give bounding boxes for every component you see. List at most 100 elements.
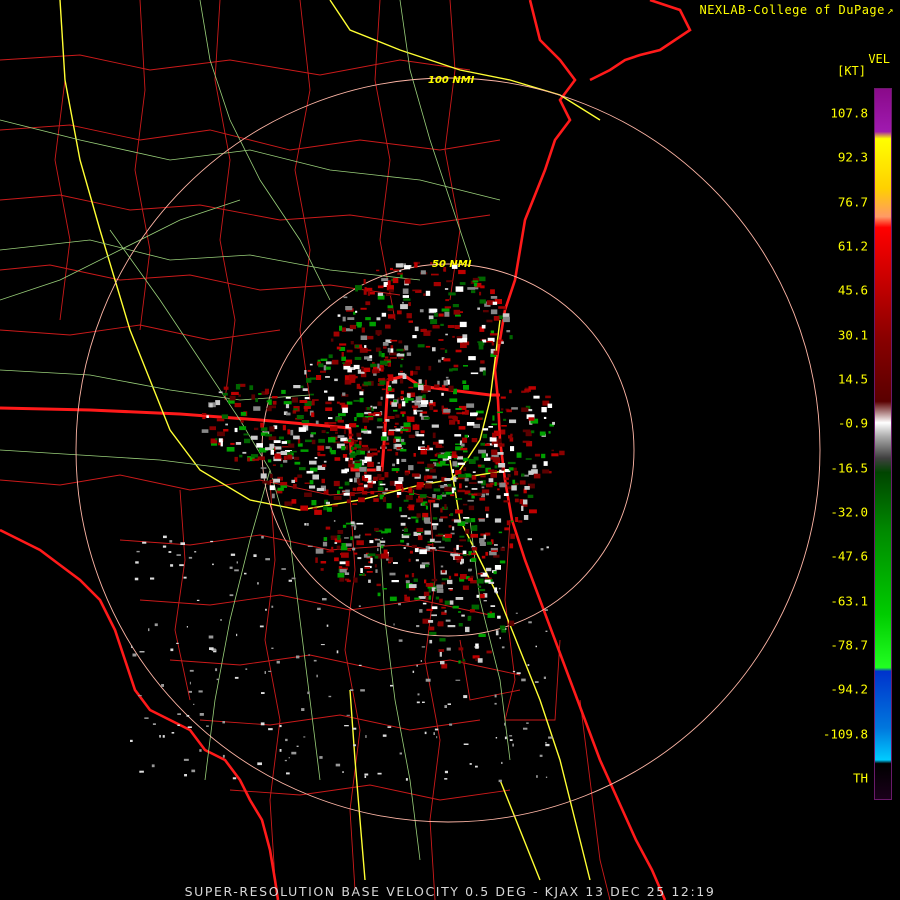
echo-pixel — [398, 340, 403, 344]
echo-pixel — [398, 403, 402, 409]
echo-pixel — [328, 422, 337, 425]
echo-pixel — [381, 445, 386, 450]
echo-pixel — [407, 517, 411, 520]
echo-pixel — [492, 415, 495, 421]
echo-pixel — [291, 751, 297, 755]
echo-pixel — [485, 567, 492, 572]
echo-pixel — [352, 547, 356, 551]
echo-pixel — [390, 267, 393, 271]
echo-pixel — [346, 349, 353, 353]
colorbar-tick: -16.5 — [830, 460, 868, 476]
echo-pixel — [353, 744, 356, 747]
colorbar-tick: TH — [852, 770, 868, 786]
echo-pixel — [438, 313, 444, 317]
echo-pixel — [336, 650, 339, 654]
echo-pixel — [489, 333, 498, 336]
echo-pixel — [271, 605, 274, 608]
echo-pixel — [409, 550, 413, 554]
echo-pixel — [229, 594, 234, 597]
echo-pixel — [249, 385, 254, 390]
echo-pixel — [440, 661, 445, 665]
echo-pixel — [438, 649, 445, 652]
echo-pixel — [402, 301, 404, 304]
echo-pixel — [183, 758, 189, 761]
echo-pixel — [352, 727, 357, 730]
echo-pixel — [461, 614, 465, 617]
echo-pixel — [368, 413, 376, 416]
echo-pixel — [130, 739, 133, 742]
credit-label: NEXLAB-College of DuPage ↗ — [699, 3, 894, 17]
echo-pixel — [271, 647, 274, 649]
echo-pixel — [235, 384, 241, 390]
echo-pixel — [465, 529, 470, 534]
echo-pixel — [415, 559, 419, 562]
echo-pixel — [460, 561, 463, 565]
echo-pixel — [368, 579, 371, 583]
echo-pixel — [306, 523, 309, 526]
echo-pixel — [542, 469, 550, 474]
echo-pixel — [283, 460, 288, 463]
echo-pixel — [382, 492, 387, 494]
echo-pixel — [245, 668, 248, 670]
echo-pixel — [509, 335, 513, 340]
echo-pixel — [258, 393, 262, 395]
echo-pixel — [406, 542, 410, 546]
echo-pixel — [336, 545, 341, 550]
echo-pixel — [338, 413, 346, 417]
echo-pixel — [412, 424, 420, 430]
echo-pixel — [340, 553, 347, 556]
echo-pixel — [337, 490, 340, 494]
echo-pixel — [253, 554, 257, 557]
velocity-colorbar — [874, 88, 892, 800]
echo-pixel — [328, 437, 336, 443]
echo-pixel — [378, 351, 382, 357]
echo-pixel — [269, 485, 275, 491]
echo-pixel — [296, 655, 300, 659]
echo-pixel — [548, 736, 553, 739]
external-link-icon[interactable]: ↗ — [887, 4, 894, 17]
echo-pixel — [422, 701, 425, 703]
echo-pixel — [311, 412, 315, 418]
echo-pixel — [459, 282, 466, 285]
colorbar-tick: -109.8 — [822, 726, 868, 742]
echo-pixel — [402, 529, 404, 531]
echo-pixel — [348, 459, 353, 465]
echo-pixel — [304, 482, 311, 484]
echo-pixel — [462, 658, 465, 662]
echo-pixel — [186, 626, 188, 628]
echo-pixel — [349, 478, 353, 482]
echo-pixel — [458, 426, 466, 430]
echo-pixel — [257, 582, 259, 585]
echo-pixel — [451, 368, 458, 371]
echo-pixel — [364, 566, 370, 569]
echo-pixel — [500, 396, 506, 399]
echo-pixel — [400, 390, 404, 395]
echo-pixel — [342, 316, 346, 322]
echo-pixel — [468, 356, 476, 361]
echo-pixel — [381, 531, 388, 534]
echo-pixel — [444, 770, 448, 774]
echo-pixel — [331, 359, 339, 365]
echo-pixel — [132, 653, 137, 657]
echo-pixel — [383, 346, 387, 349]
echo-pixel — [297, 474, 303, 478]
echo-pixel — [316, 375, 322, 380]
echo-pixel — [367, 335, 374, 340]
echo-pixel — [451, 469, 455, 473]
echo-pixel — [364, 478, 369, 482]
echo-pixel — [404, 596, 410, 601]
colorbar-tick: -94.2 — [830, 681, 868, 697]
echo-pixel — [463, 385, 469, 390]
echo-pixel — [433, 503, 439, 508]
echo-pixel — [239, 426, 247, 431]
echo-pixel — [414, 326, 419, 332]
echo-pixel — [216, 678, 219, 681]
echo-pixel — [346, 714, 350, 716]
echo-pixel — [385, 294, 392, 296]
echo-pixel — [458, 647, 464, 651]
echo-pixel — [389, 352, 397, 356]
echo-pixel — [191, 769, 196, 773]
echo-pixel — [482, 433, 488, 439]
echo-pixel — [425, 469, 430, 472]
echo-pixel — [291, 479, 295, 483]
